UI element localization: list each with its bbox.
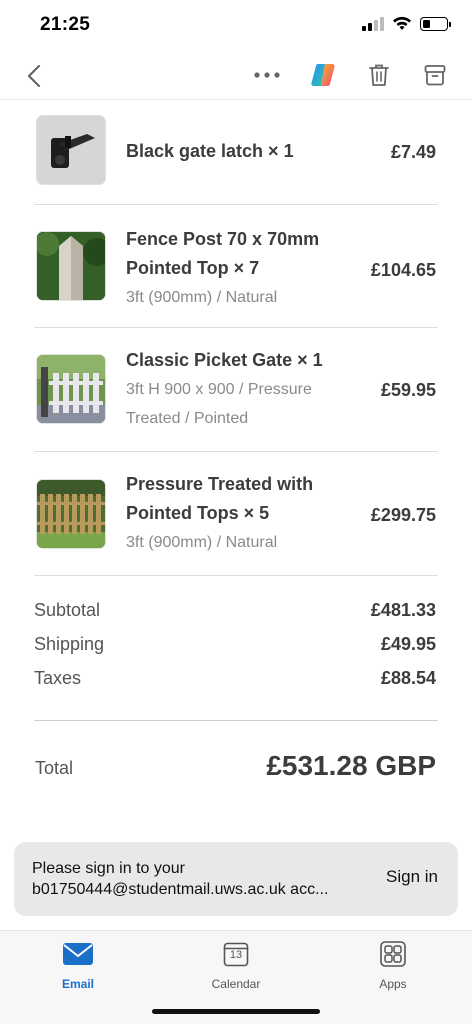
taxes-row: Taxes £88.54 — [34, 668, 438, 702]
copilot-icon — [311, 64, 335, 86]
wifi-icon — [393, 16, 411, 30]
order-item: Pressure Treated with Pointed Tops × 5 3… — [34, 452, 438, 576]
order-summary: Subtotal £481.33 Shipping £49.95 Taxes £… — [34, 600, 438, 702]
more-button[interactable] — [252, 60, 282, 90]
shipping-value: £49.95 — [380, 634, 436, 654]
item-variant: 3ft (900mm) / Natural — [126, 534, 278, 551]
item-variant: 3ft H 900 x 900 / Pressure Treated / Poi… — [126, 381, 312, 427]
mail-icon — [63, 943, 93, 965]
item-variant: 3ft (900mm) / Natural — [126, 289, 278, 306]
shipping-row: Shipping £49.95 — [34, 634, 438, 668]
item-title: Black gate latch × 1 — [126, 141, 294, 161]
archive-icon — [424, 65, 446, 86]
taxes-value: £88.54 — [380, 668, 436, 688]
order-item: Classic Picket Gate × 1 3ft H 900 x 900 … — [34, 328, 438, 452]
tab-calendar-label: Calendar — [211, 977, 261, 991]
top-toolbar — [0, 52, 472, 100]
subtotal-label: Subtotal — [34, 600, 101, 620]
divider — [34, 720, 438, 721]
archive-button[interactable] — [420, 60, 450, 90]
picket-fence-thumbnail — [36, 479, 106, 549]
more-horizontal-icon — [254, 72, 280, 78]
tab-apps[interactable]: Apps — [343, 939, 443, 991]
apps-grid-icon — [380, 941, 406, 967]
picket-gate-thumbnail — [36, 354, 106, 424]
chevron-left-icon — [27, 64, 41, 88]
sign-in-message: Please sign in to your b01750444@student… — [32, 858, 367, 900]
order-item: Fence Post 70 x 70mm Pointed Top × 7 3ft… — [34, 205, 438, 328]
item-price: £7.49 — [390, 142, 436, 162]
cellular-signal-icon — [362, 16, 384, 31]
item-title: Fence Post 70 x 70mm Pointed Top × 7 — [126, 229, 320, 278]
back-button[interactable] — [20, 60, 48, 92]
sign-in-message-line2: b01750444@studentmail.uws.ac.uk acc... — [32, 881, 329, 898]
order-items-list: Black gate latch × 1 £7.49 Fence Post 70… — [34, 100, 438, 576]
item-title: Pressure Treated with Pointed Tops × 5 — [126, 474, 314, 523]
item-price: £299.75 — [370, 505, 436, 525]
shipping-label: Shipping — [34, 634, 105, 654]
sign-in-banner[interactable]: Please sign in to your b01750444@student… — [14, 842, 458, 916]
status-time: 21:25 — [40, 14, 91, 35]
battery-icon — [420, 16, 451, 31]
gate-latch-thumbnail — [36, 115, 106, 185]
total-label: Total — [35, 758, 74, 778]
item-price: £104.65 — [370, 260, 436, 280]
status-bar: 21:25 — [0, 0, 472, 52]
item-title: Classic Picket Gate × 1 — [126, 350, 323, 370]
order-item: Black gate latch × 1 £7.49 — [34, 100, 438, 205]
sign-in-message-line1: Please sign in to your — [32, 860, 185, 877]
delete-button[interactable] — [364, 60, 394, 90]
tab-apps-label: Apps — [379, 977, 407, 991]
tab-email-label: Email — [61, 977, 94, 991]
total-value: £531.28 GBP — [266, 750, 436, 781]
bottom-tab-bar: Email 13 Calendar Apps — [0, 930, 472, 1024]
tab-email[interactable]: Email — [28, 939, 128, 991]
subtotal-value: £481.33 — [370, 600, 436, 620]
subtotal-row: Subtotal £481.33 — [34, 600, 438, 634]
trash-icon — [369, 64, 389, 86]
calendar-day: 13 — [229, 949, 243, 961]
tab-calendar[interactable]: 13 Calendar — [186, 939, 286, 991]
home-indicator — [152, 1009, 320, 1014]
sign-in-button[interactable]: Sign in — [386, 867, 438, 887]
copilot-button[interactable] — [308, 60, 338, 90]
taxes-label: Taxes — [34, 668, 82, 688]
fence-post-thumbnail — [36, 231, 106, 301]
status-icons — [362, 16, 451, 31]
item-price: £59.95 — [380, 380, 436, 400]
